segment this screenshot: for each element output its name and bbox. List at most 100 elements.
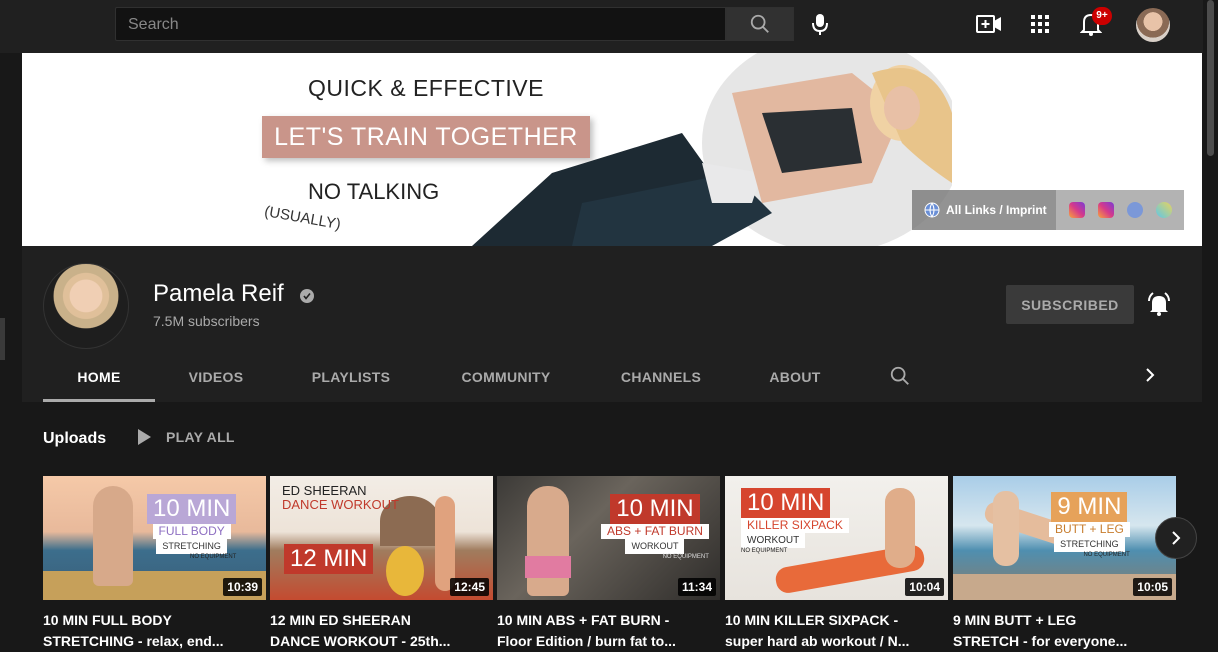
play-all-label: PLAY ALL bbox=[166, 429, 235, 445]
tab-videos[interactable]: VIDEOS bbox=[166, 352, 266, 402]
thumb-small-text-2: WORKOUT bbox=[741, 533, 806, 548]
thumb-small-text: BUTT + LEG bbox=[1049, 522, 1130, 537]
apps-grid-icon bbox=[1031, 15, 1049, 33]
globe-icon bbox=[924, 202, 940, 218]
video-thumbnail[interactable]: 9 MIN BUTT + LEG STRETCHING NO EQUIPMENT… bbox=[953, 476, 1176, 600]
video-title[interactable]: 9 MIN BUTT + LEG STRETCH - for everyone.… bbox=[953, 610, 1176, 652]
bell-ringing-icon bbox=[1148, 292, 1170, 316]
video-title-line1: 10 MIN KILLER SIXPACK - bbox=[725, 612, 899, 628]
shelf-next-button[interactable] bbox=[1155, 517, 1197, 559]
search-icon bbox=[890, 366, 909, 385]
video-card[interactable]: 10 MIN ABS + FAT BURN WORKOUT NO EQUIPME… bbox=[497, 476, 720, 652]
thumb-person bbox=[885, 488, 915, 568]
apps-button[interactable] bbox=[1026, 10, 1054, 38]
thumb-small-text-2: STRETCHING bbox=[1054, 537, 1125, 552]
video-card[interactable]: ED SHEERAN DANCE WORKOUT 12 MIN 12:45 12… bbox=[270, 476, 493, 652]
video-thumbnail[interactable]: 10 MIN KILLER SIXPACK WORKOUT NO EQUIPME… bbox=[725, 476, 948, 600]
thumb-big-text: 10 MIN bbox=[147, 494, 237, 524]
thumb-person bbox=[993, 491, 1019, 566]
checkmark-icon bbox=[303, 293, 311, 300]
video-duration: 10:05 bbox=[1133, 578, 1172, 596]
search-button[interactable] bbox=[726, 7, 794, 41]
play-icon bbox=[138, 429, 151, 445]
sidebar-edge bbox=[0, 318, 5, 360]
video-thumbnail[interactable]: 10 MIN ABS + FAT BURN WORKOUT NO EQUIPME… bbox=[497, 476, 720, 600]
thumb-tiny-text: NO EQUIPMENT bbox=[662, 554, 709, 560]
video-duration: 11:34 bbox=[677, 578, 716, 596]
account-avatar[interactable] bbox=[1136, 8, 1170, 42]
video-title[interactable]: 10 MIN KILLER SIXPACK - super hard ab wo… bbox=[725, 610, 948, 652]
video-card[interactable]: 10 MIN FULL BODY STRETCHING NO EQUIPMENT… bbox=[43, 476, 266, 652]
thumb-small-text: ABS + FAT BURN bbox=[601, 524, 709, 539]
thumb-small-text: FULL BODY bbox=[152, 524, 231, 539]
channel-avatar bbox=[43, 263, 129, 349]
thumb-small-text-2: DANCE WORKOUT bbox=[282, 497, 399, 512]
create-video-button[interactable] bbox=[975, 10, 1003, 38]
banner-social-links bbox=[1056, 190, 1184, 230]
thumb-big-text: 12 MIN bbox=[284, 544, 374, 574]
banner-links-button[interactable]: All Links / Imprint bbox=[912, 190, 1056, 230]
channel-notifications-button[interactable] bbox=[1146, 290, 1172, 318]
thumb-label-2: 12 MIN bbox=[284, 544, 374, 574]
thumb-label: ED SHEERAN DANCE WORKOUT bbox=[282, 484, 399, 512]
instagram-icon[interactable] bbox=[1068, 202, 1085, 218]
tab-playlists[interactable]: PLAYLISTS bbox=[296, 352, 406, 402]
thumb-small-text-2: STRETCHING bbox=[156, 539, 227, 554]
thumb-person bbox=[93, 486, 133, 586]
thumb-label: 10 MIN FULL BODY STRETCHING NO EQUIPMENT bbox=[147, 494, 237, 560]
tabs-next-button[interactable] bbox=[1140, 365, 1162, 389]
tab-home[interactable]: HOME bbox=[43, 352, 155, 402]
app-icon[interactable] bbox=[1155, 202, 1172, 218]
play-all-button[interactable]: PLAY ALL bbox=[136, 428, 235, 446]
subscribe-button[interactable]: SUBSCRIBED bbox=[1006, 285, 1134, 324]
banner-links-label: All Links / Imprint bbox=[946, 203, 1047, 217]
thumb-label: 9 MIN BUTT + LEG STRETCHING NO EQUIPMENT bbox=[1049, 492, 1130, 558]
video-duration: 10:04 bbox=[905, 578, 944, 596]
channel-name: Pamela Reif bbox=[153, 280, 284, 307]
thumb-tiny-text: NO EQUIPMENT bbox=[1083, 552, 1130, 558]
video-thumbnail[interactable]: ED SHEERAN DANCE WORKOUT 12 MIN 12:45 bbox=[270, 476, 493, 600]
tab-channels[interactable]: CHANNELS bbox=[605, 352, 717, 402]
video-title[interactable]: 10 MIN ABS + FAT BURN - Floor Edition / … bbox=[497, 610, 720, 652]
thumb-tiny-text: NO EQUIPMENT bbox=[190, 554, 237, 560]
voice-search-button[interactable] bbox=[805, 8, 835, 40]
banner-text-line3: NO TALKING bbox=[308, 179, 440, 204]
thumb-small-text: ED SHEERAN bbox=[282, 483, 367, 498]
video-title[interactable]: 12 MIN ED SHEERAN DANCE WORKOUT - 25th..… bbox=[270, 610, 493, 652]
video-card[interactable]: 9 MIN BUTT + LEG STRETCHING NO EQUIPMENT… bbox=[953, 476, 1176, 652]
video-card[interactable]: 10 MIN KILLER SIXPACK WORKOUT NO EQUIPME… bbox=[725, 476, 948, 652]
video-title-line2: DANCE WORKOUT - 25th... bbox=[270, 633, 451, 649]
thumb-person bbox=[527, 486, 569, 596]
video-title-line2: STRETCH - for everyone... bbox=[953, 633, 1128, 649]
channel-search-button[interactable] bbox=[889, 365, 913, 389]
video-duration: 12:45 bbox=[450, 578, 489, 596]
search-placeholder: Search bbox=[128, 16, 179, 33]
thumb-big-text: 9 MIN bbox=[1051, 492, 1128, 522]
video-title-line1: 10 MIN FULL BODY bbox=[43, 612, 172, 628]
thumb-small-text: KILLER SIXPACK bbox=[741, 518, 849, 533]
thumb-tiny-text: NO EQUIPMENT bbox=[741, 548, 788, 554]
thumb-label: 10 MIN ABS + FAT BURN WORKOUT NO EQUIPME… bbox=[601, 494, 709, 560]
video-duration: 10:39 bbox=[223, 578, 262, 596]
uploads-heading[interactable]: Uploads bbox=[43, 430, 106, 448]
video-title-line1: 12 MIN ED SHEERAN bbox=[270, 612, 411, 628]
thumb-small-text-2: WORKOUT bbox=[625, 539, 685, 554]
website-icon[interactable] bbox=[1126, 202, 1143, 218]
chevron-right-icon bbox=[1146, 368, 1155, 382]
search-input[interactable]: Search bbox=[115, 7, 726, 41]
verified-badge bbox=[300, 289, 314, 303]
banner-photo bbox=[472, 53, 952, 246]
chevron-right-icon bbox=[1172, 531, 1181, 545]
thumb-label: 10 MIN KILLER SIXPACK WORKOUT NO EQUIPME… bbox=[741, 488, 849, 554]
video-title-line2: STRETCHING - relax, end... bbox=[43, 633, 224, 649]
channel-banner: QUICK & EFFECTIVE LET'S TRAIN TOGETHER N… bbox=[22, 53, 1202, 246]
scrollbar-thumb[interactable] bbox=[1207, 0, 1214, 156]
instagram-icon[interactable] bbox=[1097, 202, 1114, 218]
tab-about[interactable]: ABOUT bbox=[750, 352, 840, 402]
notification-badge: 9+ bbox=[1092, 7, 1112, 25]
video-title[interactable]: 10 MIN FULL BODY STRETCHING - relax, end… bbox=[43, 610, 266, 652]
video-title-line2: Floor Edition / burn fat to... bbox=[497, 633, 676, 649]
tab-community[interactable]: COMMUNITY bbox=[445, 352, 567, 402]
thumb-person bbox=[435, 496, 455, 591]
video-thumbnail[interactable]: 10 MIN FULL BODY STRETCHING NO EQUIPMENT… bbox=[43, 476, 266, 600]
